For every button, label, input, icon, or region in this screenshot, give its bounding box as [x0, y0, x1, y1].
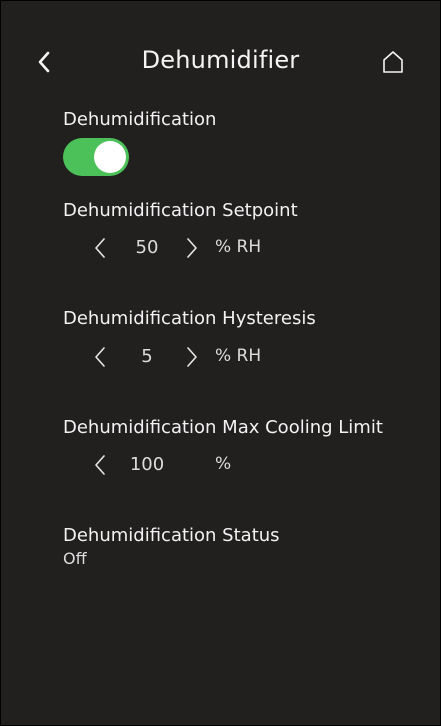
- hysteresis-stepper: 5 % RH: [91, 343, 291, 371]
- chevron-left-icon: [95, 238, 105, 258]
- max-cooling-limit-value: 100: [129, 454, 165, 475]
- status-value: Off: [63, 549, 87, 568]
- setpoint-unit: % RH: [215, 237, 262, 257]
- max-cooling-limit-stepper: 100 %: [91, 451, 291, 479]
- home-button[interactable]: [380, 49, 406, 75]
- hysteresis-unit: % RH: [215, 346, 262, 366]
- setpoint-value: 50: [135, 237, 159, 258]
- hysteresis-decrease-button[interactable]: [91, 345, 109, 369]
- hysteresis-increase-button[interactable]: [183, 345, 201, 369]
- dehumidification-toggle[interactable]: [63, 138, 129, 176]
- max-cooling-limit-decrease-button[interactable]: [91, 453, 109, 477]
- header: Dehumidifier: [1, 1, 440, 123]
- max-cooling-limit-label: Dehumidification Max Cooling Limit: [63, 417, 383, 438]
- chevron-right-icon: [187, 347, 197, 367]
- hysteresis-value: 5: [141, 346, 153, 367]
- page-title: Dehumidifier: [141, 46, 300, 74]
- dehumidification-label: Dehumidification: [63, 109, 217, 130]
- setpoint-increase-button[interactable]: [183, 236, 201, 260]
- chevron-left-icon: [95, 455, 105, 475]
- max-cooling-limit-unit: %: [215, 454, 232, 474]
- home-icon: [383, 51, 403, 73]
- status-label: Dehumidification Status: [63, 525, 280, 546]
- chevron-left-icon: [95, 347, 105, 367]
- chevron-right-icon: [187, 238, 197, 258]
- setpoint-stepper: 50 % RH: [91, 234, 291, 262]
- hysteresis-label: Dehumidification Hysteresis: [63, 308, 316, 329]
- setpoint-label: Dehumidification Setpoint: [63, 200, 298, 221]
- toggle-knob: [94, 141, 126, 173]
- dehumidifier-screen: Dehumidifier Dehumidification Dehumidifi…: [0, 0, 441, 726]
- setpoint-decrease-button[interactable]: [91, 236, 109, 260]
